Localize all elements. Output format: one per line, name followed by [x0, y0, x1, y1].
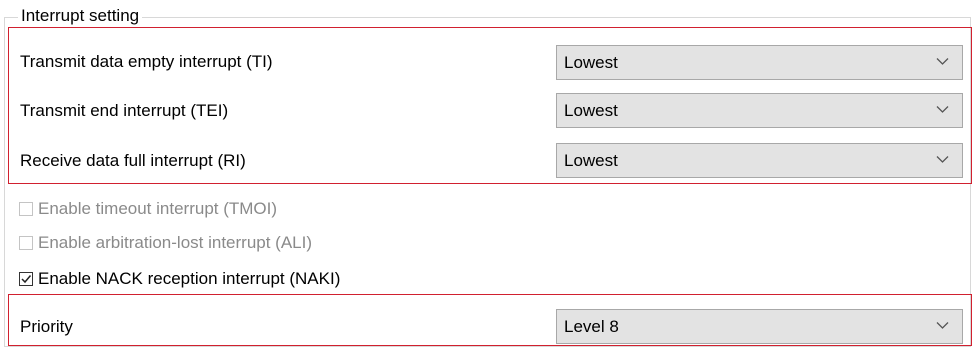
tmoi-checkbox[interactable]	[19, 202, 33, 216]
ali-checkbox[interactable]	[19, 236, 33, 250]
priority-label: Priority	[20, 317, 73, 336]
chevron-down-icon	[936, 322, 949, 329]
ti-label: Transmit data empty interrupt (TI)	[20, 52, 273, 71]
tei-priority-value: Lowest	[564, 101, 618, 120]
priority-dropdown[interactable]: Level 8	[556, 309, 963, 344]
chevron-down-icon	[936, 156, 949, 163]
ali-label: Enable arbitration-lost interrupt (ALI)	[38, 233, 313, 252]
ri-label: Receive data full interrupt (RI)	[20, 151, 246, 170]
tmoi-label: Enable timeout interrupt (TMOI)	[38, 199, 278, 218]
tmoi-checkbox-row[interactable]: Enable timeout interrupt (TMOI)	[19, 197, 277, 221]
group-title: Interrupt setting	[18, 5, 143, 27]
tei-label: Transmit end interrupt (TEI)	[20, 101, 229, 120]
ali-checkbox-row[interactable]: Enable arbitration-lost interrupt (ALI)	[19, 231, 312, 255]
priority-value: Level 8	[564, 317, 619, 336]
ti-priority-value: Lowest	[564, 53, 618, 72]
ri-priority-value: Lowest	[564, 151, 618, 170]
naki-checkbox[interactable]	[19, 272, 33, 286]
chevron-down-icon	[936, 106, 949, 113]
naki-label: Enable NACK reception interrupt (NAKI)	[38, 269, 341, 288]
chevron-down-icon	[936, 58, 949, 65]
ri-priority-dropdown[interactable]: Lowest	[556, 143, 963, 178]
naki-checkbox-row[interactable]: Enable NACK reception interrupt (NAKI)	[19, 267, 340, 291]
tei-priority-dropdown[interactable]: Lowest	[556, 93, 963, 128]
checkmark-icon	[21, 275, 32, 284]
ti-priority-dropdown[interactable]: Lowest	[556, 45, 963, 80]
